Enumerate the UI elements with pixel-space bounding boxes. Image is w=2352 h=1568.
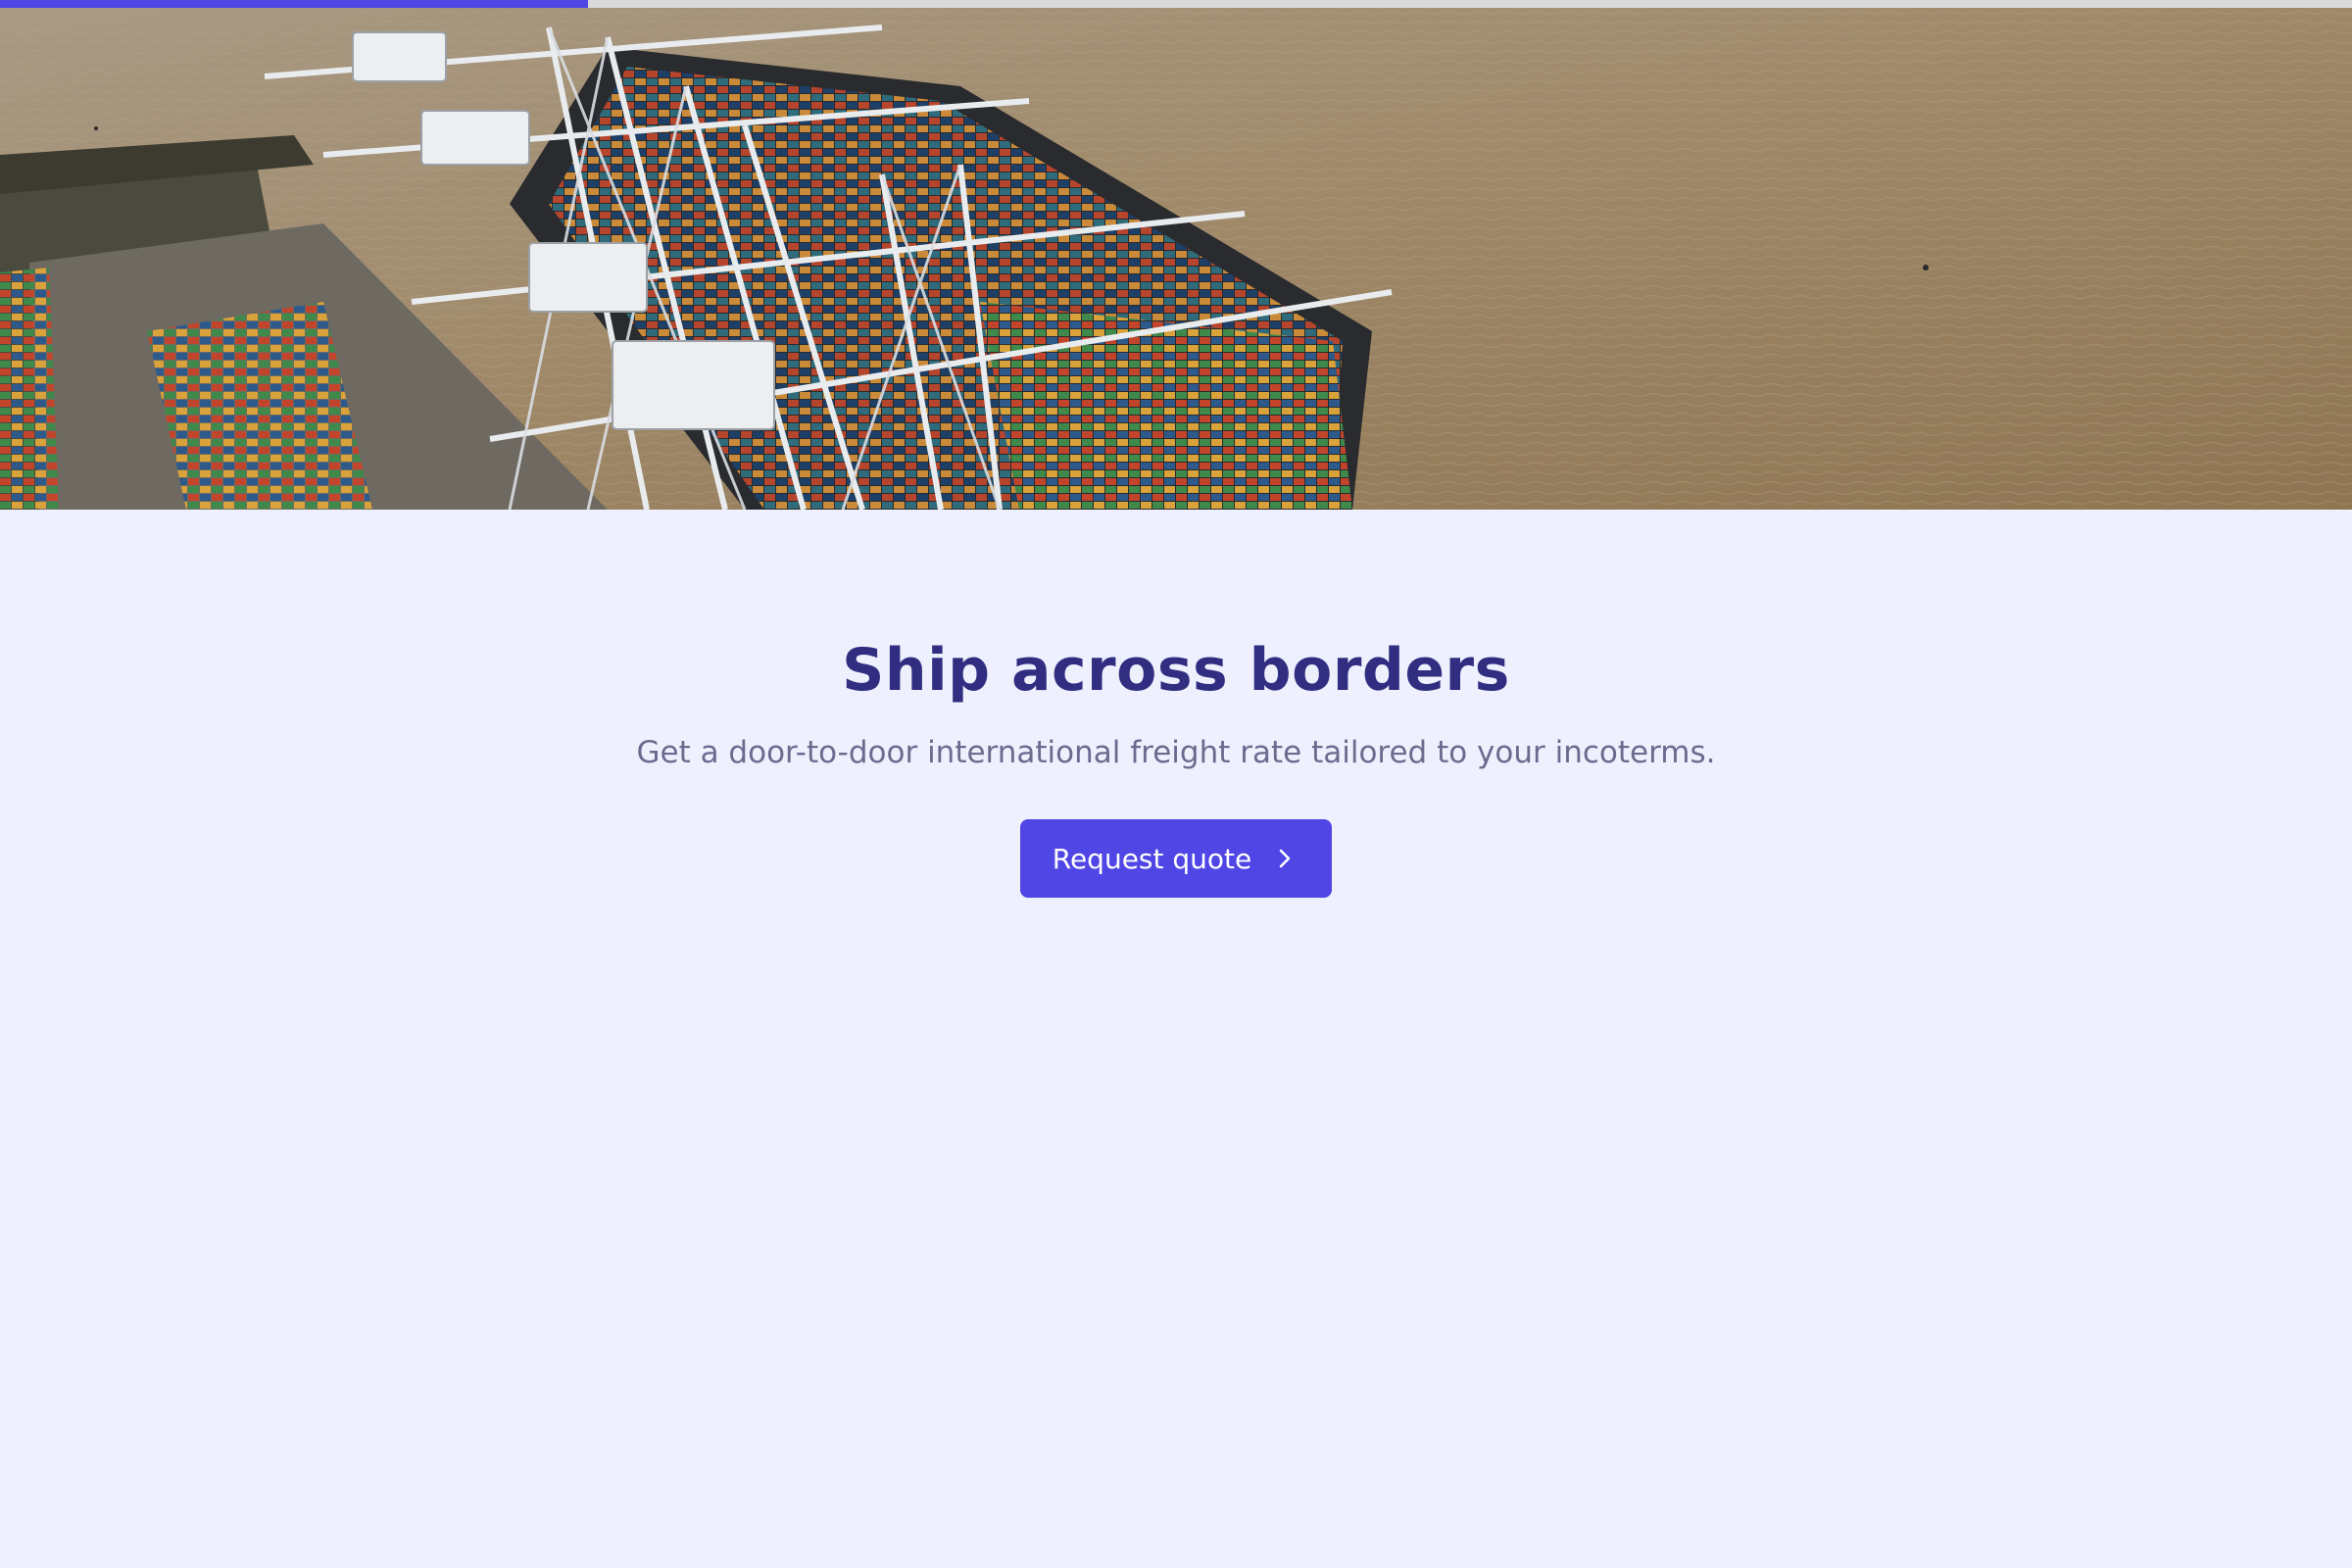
scroll-progress-fill [0,0,588,8]
main-content: Ship across borders Get a door-to-door i… [0,510,2352,899]
scroll-progress-bar [0,0,2352,8]
request-quote-label: Request quote [1052,842,1252,875]
page-subtitle: Get a door-to-door international freight… [636,735,1716,770]
chevron-right-icon [1279,849,1291,868]
request-quote-button[interactable]: Request quote [1019,819,1333,899]
page-title: Ship across borders [842,636,1510,705]
hero-image [0,8,2352,510]
